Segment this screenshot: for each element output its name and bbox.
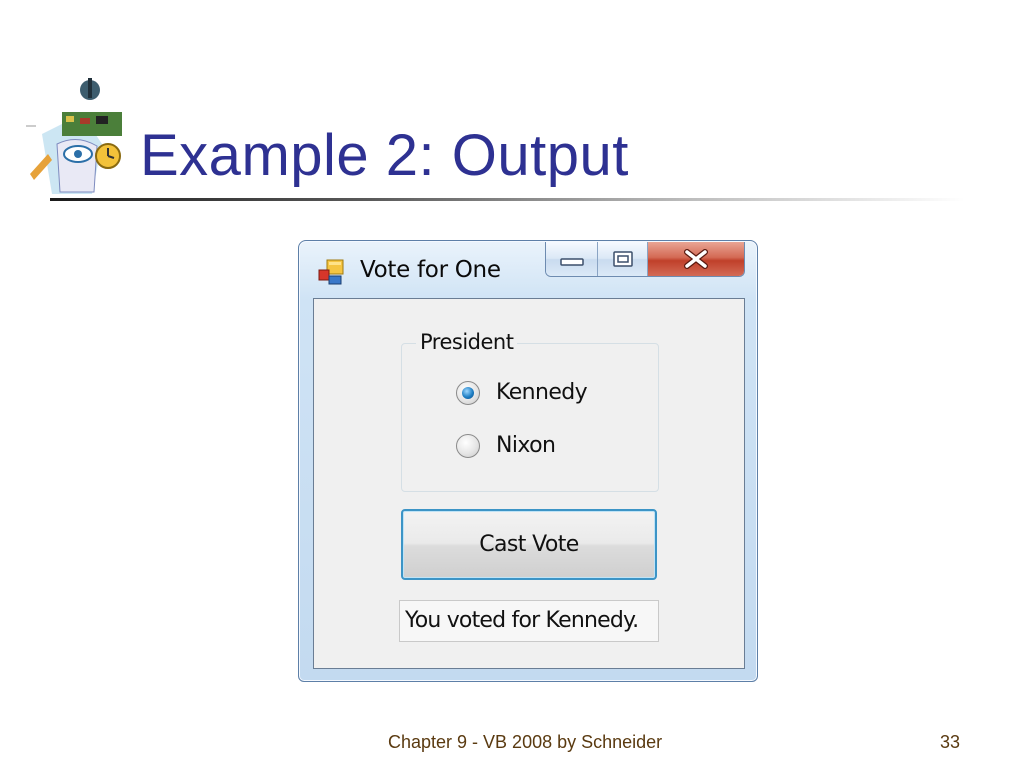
form-app-icon [317,258,345,286]
title-divider [50,198,965,201]
radio-kennedy[interactable]: Kennedy [456,380,588,405]
minimize-icon [559,258,584,266]
app-window: Vote for One President Kennedy Nixon Cas… [298,240,758,682]
form-client-area: President Kennedy Nixon Cast Vote You vo… [313,298,745,669]
window-title: Vote for One [360,257,501,283]
slide-title: Example 2: Output [140,123,629,188]
cast-vote-button[interactable]: Cast Vote [401,509,657,580]
maximize-button[interactable] [598,242,648,276]
close-icon [684,249,708,269]
radio-button[interactable] [456,433,480,458]
radio-nixon[interactable]: Nixon [456,433,556,458]
result-textbox[interactable]: You voted for Kennedy. [399,600,659,642]
radio-label-kennedy: Kennedy [496,380,588,405]
radio-button-selected[interactable] [456,380,480,405]
page-number: 33 [940,732,961,752]
clipart-logo-icon [22,74,130,200]
window-controls [545,242,745,277]
president-groupbox: President Kennedy Nixon [401,330,659,492]
slide-footer: Chapter 9 - VB 2008 by Schneider [388,732,663,752]
groupbox-legend: President [416,330,518,354]
close-button[interactable] [648,242,744,276]
maximize-icon [612,251,633,267]
radio-label-nixon: Nixon [496,433,556,458]
minimize-button[interactable] [546,242,598,276]
